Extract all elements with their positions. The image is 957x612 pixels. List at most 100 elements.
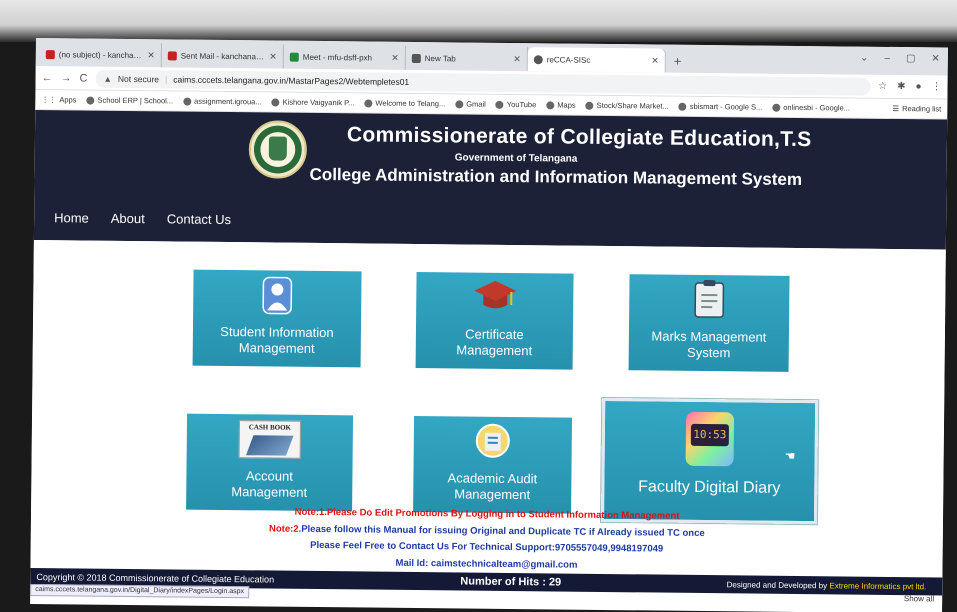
globe-icon bbox=[546, 100, 555, 109]
apps-grid-icon: ⋮⋮ bbox=[41, 95, 57, 105]
main-content: Student Information Management Certifica… bbox=[30, 239, 946, 606]
browser-tab[interactable]: Sent Mail - kanchanalatha7074@ ✕ bbox=[161, 43, 284, 69]
maximize-button[interactable]: ▢ bbox=[906, 53, 916, 64]
bookmark-item[interactable]: Kishore Vaigyanik P... bbox=[271, 97, 355, 108]
page-subtitle: Government of Telangana bbox=[454, 152, 578, 165]
certificate-tile[interactable]: Certificate Management bbox=[415, 271, 574, 370]
company-name: Extreme Informatics pvt ltd. bbox=[829, 580, 927, 591]
bookmark-label: Gmail bbox=[466, 99, 486, 109]
tab-title: New Tab bbox=[424, 53, 456, 63]
forward-icon[interactable]: → bbox=[61, 72, 72, 84]
note-2-link[interactable]: Please follow this Manual for issuing Or… bbox=[301, 523, 705, 538]
designed-by-text: Designed and Developed by bbox=[726, 579, 828, 590]
tab-title: Meet - mfu-dsff-pxh bbox=[302, 52, 373, 63]
copyright: Copyright © 2018 Commissionerate of Coll… bbox=[36, 572, 275, 585]
bookmark-item[interactable]: Maps bbox=[546, 100, 576, 110]
tile-label: Faculty Digital Diary bbox=[638, 478, 781, 497]
globe-icon bbox=[183, 97, 192, 106]
bookmark-item[interactable]: Stock/Share Market... bbox=[585, 100, 669, 111]
cash-book-label: CASH BOOK bbox=[248, 423, 292, 432]
bookmark-label: School ERP | School... bbox=[97, 95, 174, 106]
bookmark-item[interactable]: assignment.igroua... bbox=[183, 96, 262, 107]
globe-icon bbox=[678, 102, 687, 111]
note-2-prefix: Note:2. bbox=[268, 523, 302, 535]
tab-title: Sent Mail - kanchanalatha7074@ bbox=[180, 51, 266, 61]
developer-credit: Designed and Developed by Extreme Inform… bbox=[727, 580, 927, 591]
bookmark-item[interactable]: sbismart - Google S... bbox=[678, 101, 763, 112]
browser-tab[interactable]: New Tab ✕ bbox=[405, 45, 528, 72]
close-icon[interactable]: ✕ bbox=[147, 50, 155, 61]
nav-about[interactable]: About bbox=[111, 211, 145, 226]
tile-label: Certificate Management bbox=[456, 326, 533, 358]
globe-icon bbox=[271, 97, 280, 107]
bookmark-label: Stock/Share Market... bbox=[596, 100, 669, 111]
browser-tab-active[interactable]: reCCA-SISc ✕ bbox=[527, 47, 666, 73]
graduation-cap-icon bbox=[473, 280, 516, 309]
globe-icon bbox=[772, 103, 781, 112]
back-icon[interactable]: ← bbox=[42, 72, 53, 84]
close-icon[interactable]: ✕ bbox=[391, 52, 399, 63]
bookmark-item[interactable]: School ERP | School... bbox=[86, 95, 174, 106]
show-all-downloads[interactable]: Show all bbox=[904, 594, 934, 603]
bookmark-apps[interactable]: ⋮⋮ Apps bbox=[41, 95, 76, 104]
bookmark-label: Welcome to Telang... bbox=[375, 98, 446, 109]
browser-window: (no subject) - kanchanalatha7074 ✕ Sent … bbox=[30, 38, 948, 612]
bookmark-label: YouTube bbox=[506, 99, 537, 110]
reload-icon[interactable]: C bbox=[80, 72, 88, 84]
reading-list[interactable]: ☰ Reading list bbox=[892, 104, 941, 114]
account-management-tile[interactable]: CASH BOOK Account Management bbox=[186, 413, 354, 512]
browser-tab[interactable]: Meet - mfu-dsff-pxh ✕ bbox=[283, 44, 406, 70]
academic-audit-tile[interactable]: Academic Audit Management bbox=[413, 415, 573, 514]
monitor-bezel bbox=[0, 0, 957, 42]
close-icon[interactable]: ✕ bbox=[651, 55, 659, 66]
bookmark-item[interactable]: Gmail bbox=[455, 99, 486, 109]
tile-label: Academic Audit Management bbox=[447, 469, 538, 502]
bookmark-label: Kishore Vaigyanik P... bbox=[282, 97, 355, 108]
clipboard-icon bbox=[694, 280, 725, 318]
bookmark-label: sbismart - Google S... bbox=[689, 101, 763, 112]
tab-search-icon[interactable]: ⌄ bbox=[860, 53, 869, 64]
star-icon[interactable]: ☆ bbox=[878, 81, 887, 92]
close-icon[interactable]: ✕ bbox=[513, 53, 521, 64]
hit-counter: Number of Hits : 29 bbox=[460, 575, 562, 589]
notice-area: Note:1.Please Do Edit Promotions By Logg… bbox=[30, 502, 943, 578]
bookmark-item[interactable]: Welcome to Telang... bbox=[364, 98, 445, 108]
clock-icon: 10:53 bbox=[685, 411, 735, 467]
status-bar-url: caims.cccets.telangana.gov.in/Digital_Di… bbox=[30, 583, 250, 599]
gmail-icon bbox=[167, 50, 177, 60]
browser-tab[interactable]: (no subject) - kanchanalatha7074 ✕ bbox=[39, 42, 162, 68]
tab-title: reCCA-SISc bbox=[546, 54, 591, 65]
bookmark-label: assignment.igroua... bbox=[194, 96, 262, 107]
bookmark-label: onlinesbi - Google... bbox=[783, 102, 851, 113]
marks-management-tile[interactable]: Marks Management System bbox=[628, 274, 790, 372]
close-window-button[interactable]: ✕ bbox=[931, 53, 940, 64]
bookmark-label: Apps bbox=[59, 95, 77, 105]
nav-home[interactable]: Home bbox=[54, 210, 89, 225]
globe-icon bbox=[86, 96, 95, 105]
window-controls: ⌄ – ▢ ✕ bbox=[860, 53, 940, 65]
nav-contact-us[interactable]: Contact Us bbox=[167, 211, 231, 227]
system-name: College Administration and Information M… bbox=[309, 164, 803, 190]
reading-list-icon: ☰ bbox=[892, 103, 900, 114]
faculty-digital-diary-tile[interactable]: 10:53 ☚ Faculty Digital Diary bbox=[600, 397, 819, 525]
close-icon[interactable]: ✕ bbox=[269, 51, 277, 62]
site-header: Commissionerate of Collegiate Education,… bbox=[33, 109, 948, 250]
not-secure-label: Not secure bbox=[117, 73, 160, 84]
tile-label: Student Information Management bbox=[220, 323, 334, 356]
gmail-icon bbox=[45, 49, 55, 59]
bookmark-item[interactable]: onlinesbi - Google... bbox=[772, 103, 850, 113]
bookmark-label: Maps bbox=[557, 100, 576, 110]
user-icon bbox=[262, 276, 293, 315]
extensions-icon[interactable]: ✱ bbox=[897, 81, 906, 92]
globe-icon bbox=[455, 99, 464, 108]
warning-icon: ▲ bbox=[103, 73, 113, 84]
new-tab-button[interactable]: + bbox=[666, 54, 690, 73]
clock-time: 10:53 bbox=[690, 423, 729, 447]
toolbar-icons: ☆ ✱ ● ⋮ bbox=[878, 81, 942, 93]
tile-label: Marks Management System bbox=[651, 327, 767, 361]
bookmark-item[interactable]: YouTube bbox=[495, 99, 537, 110]
minimize-button[interactable]: – bbox=[884, 53, 890, 64]
student-information-tile[interactable]: Student Information Management bbox=[192, 269, 362, 368]
profile-icon[interactable]: ● bbox=[915, 81, 921, 92]
menu-icon[interactable]: ⋮ bbox=[931, 81, 941, 92]
